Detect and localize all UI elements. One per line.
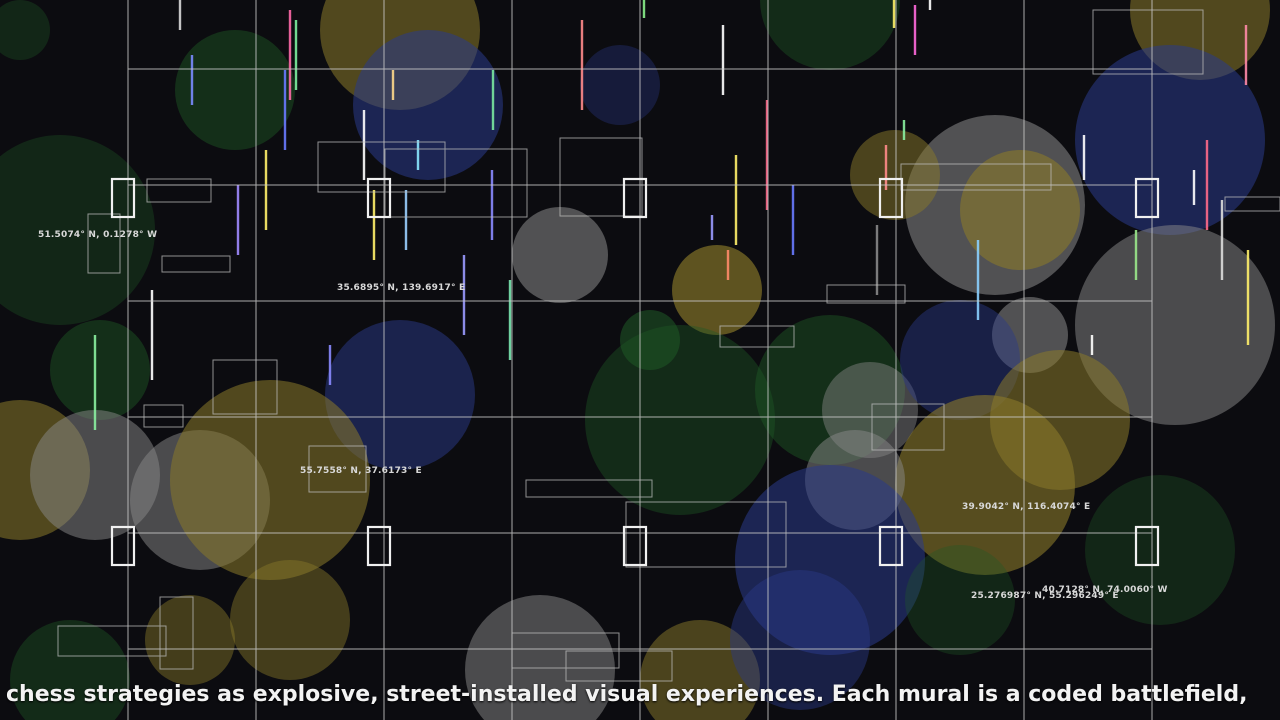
outline-rectangle: [559, 137, 643, 217]
bokeh-circle: [672, 245, 762, 335]
bokeh-circle: [585, 325, 775, 515]
outline-rectangle: [161, 255, 231, 273]
outline-rectangle: [826, 284, 906, 304]
coordinate-label-london: 51.5074° N, 0.1278° W: [38, 230, 158, 240]
bokeh-circle: [0, 0, 50, 60]
bokeh-circle: [230, 560, 350, 680]
coordinate-label-beijing: 39.9042° N, 116.4074° E: [962, 502, 1091, 512]
bokeh-circle: [580, 45, 660, 125]
coordinate-label-moscow: 55.7558° N, 37.6173° E: [300, 466, 422, 476]
caption-text: chess strategies as explosive, street-in…: [6, 682, 1248, 707]
bokeh-circle: [145, 595, 235, 685]
bokeh-circle: [512, 207, 608, 303]
bokeh-circle: [850, 130, 940, 220]
bokeh-circle: [1085, 475, 1235, 625]
outline-rectangle: [146, 178, 212, 203]
coordinate-label-tokyo: 35.6895° N, 139.6917° E: [337, 283, 466, 293]
outline-rectangle: [143, 404, 184, 428]
coordinate-label-dubai: 25.276987° N, 55.296249° E: [971, 591, 1119, 601]
bokeh-layer: [0, 0, 1275, 720]
bokeh-circle: [760, 0, 900, 70]
bokeh-circle: [353, 30, 503, 180]
bokeh-circle: [170, 380, 370, 580]
mural-scene: [0, 0, 1280, 720]
bokeh-circle: [50, 320, 150, 420]
